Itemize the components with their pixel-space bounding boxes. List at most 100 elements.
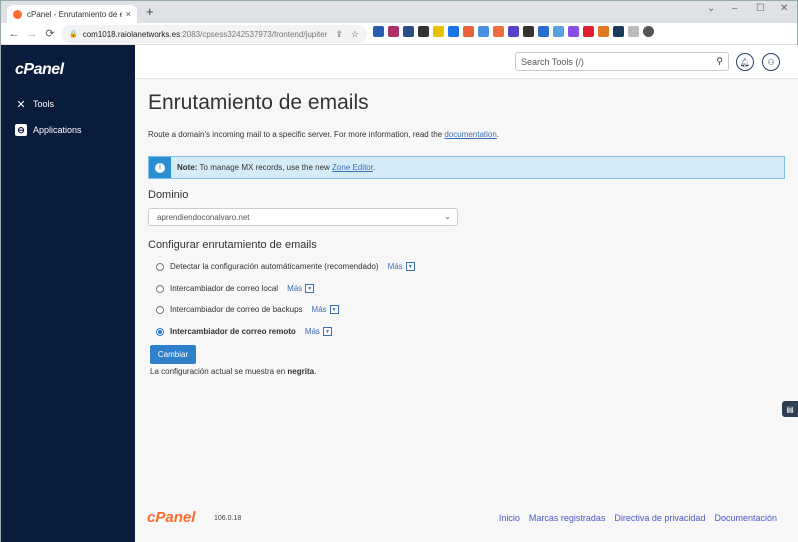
browser-extension-icon[interactable] [628,26,639,37]
sidebar-item-tools[interactable]: ✕ Tools [15,98,55,111]
back-button[interactable]: ← [5,28,23,40]
browser-extension-icon[interactable] [493,26,504,37]
address-bar[interactable]: 🔒 com1018.raiolanetworks.es:2083/cpsess3… [61,25,367,43]
reload-button[interactable]: ⟳ [41,27,59,40]
documentation-link[interactable]: documentation [444,130,496,139]
bookmark-star-icon[interactable]: ☆ [351,29,359,40]
browser-extension-icon[interactable] [523,26,534,37]
url-text: com1018.raiolanetworks.es:2083/cpsess324… [83,30,328,39]
browser-extension-icon[interactable] [568,26,579,37]
browser-extension-icon[interactable] [538,26,549,37]
change-button[interactable]: Cambiar [150,345,196,364]
close-tab-icon[interactable]: × [126,9,131,19]
search-tools-input[interactable]: Search Tools (/) ⚲ [515,52,729,71]
option-label: Intercambiador de correo local [170,284,279,293]
footer-link-privacy[interactable]: Directiva de privacidad [614,513,705,523]
alert-message: To manage MX records, use the new [197,163,333,172]
lock-icon: 🔒 [69,31,78,38]
more-label: Más [387,262,403,271]
info-alert: i Note: To manage MX records, use the ne… [148,156,785,179]
top-header: Search Tools (/) ⚲ 🔔︎ ⚇ [135,45,798,79]
browser-extension-icon[interactable] [478,26,489,37]
option-label: Intercambiador de correo remoto [170,327,296,336]
option-backup-exchanger[interactable]: Intercambiador de correo de backups Más ▼ [156,305,339,314]
browser-extension-icon[interactable] [388,26,399,37]
browser-extension-icon[interactable] [463,26,474,37]
description-text: Route a domain's incoming mail to a spec… [148,130,445,139]
browser-extension-icon[interactable] [613,26,624,37]
radio-local-exchanger[interactable] [156,284,164,293]
alert-label: Note: [177,163,198,172]
more-toggle[interactable]: Más ▼ [305,327,332,336]
maximize-button[interactable]: ☐ [756,3,765,14]
chevron-down-icon: ⌄ [444,212,451,221]
radio-remote-exchanger[interactable] [156,327,164,336]
cpanel-logo[interactable]: cPanel [15,61,64,79]
page-description: Route a domain's incoming mail to a spec… [148,130,500,139]
analytics-chart-icon[interactable]: ▤ [782,401,798,417]
close-window-button[interactable]: ✕ [780,3,788,14]
forward-button[interactable]: → [23,28,41,40]
tab-search-icon[interactable]: ⌄ [707,3,715,14]
radio-backup-exchanger[interactable] [156,305,164,314]
user-account-icon[interactable]: ⚇ [762,53,780,71]
url-host: com1018.raiolanetworks.es [82,29,181,39]
main-content: Enrutamiento de emails Route a domain's … [135,79,798,542]
caret-down-icon: ▼ [305,284,315,293]
note-text: La configuración actual se muestra en [150,367,288,376]
footer-link-home[interactable]: Inicio [499,513,520,523]
footer-link-trademarks[interactable]: Marcas registradas [529,513,606,523]
new-tab-button[interactable]: + [146,5,154,19]
share-icon[interactable]: ⇪ [335,29,343,40]
more-label: Más [304,327,320,336]
alert-period: . [372,163,376,172]
footer-cpanel-logo: cPanel [147,509,196,526]
browser-tab[interactable]: cPanel - Enrutamiento de emails × [7,5,137,23]
browser-extension-icon[interactable] [553,26,564,37]
cpanel-favicon-icon [13,9,22,19]
browser-extension-icon[interactable] [418,26,429,37]
notifications-bell-icon[interactable]: 🔔︎ [736,53,754,71]
browser-extension-icon[interactable] [433,26,444,37]
browser-extension-icon[interactable] [598,26,609,37]
option-label: Intercambiador de correo de backups [170,305,303,314]
note-bold: negrita [287,367,315,376]
option-label: Detectar la configuración automáticament… [170,262,379,271]
option-local-exchanger[interactable]: Intercambiador de correo local Más ▼ [156,284,315,293]
more-label: Más [287,284,303,293]
browser-extension-icon[interactable] [508,26,519,37]
browser-extension-icon[interactable] [448,26,459,37]
footer-links: Inicio Marcas registradas Directiva de p… [499,513,777,523]
alert-text: Note: To manage MX records, use the new … [177,163,375,172]
browser-extension-icon[interactable] [643,26,654,37]
domain-select-value: aprendiendoconalvaro.net [157,213,250,222]
url-path: :2083/cpsess3242537973/frontend/jupiter/… [180,29,328,39]
more-toggle[interactable]: Más ▼ [388,262,415,271]
caret-down-icon: ▼ [329,305,339,314]
browser-extension-icon[interactable] [403,26,414,37]
version-text: 106.0.18 [214,515,242,522]
option-auto-detect[interactable]: Detectar la configuración automáticament… [156,262,415,271]
footer-link-documentation[interactable]: Documentación [714,513,777,523]
caret-down-icon: ▼ [405,262,415,271]
domain-select[interactable]: aprendiendoconalvaro.net ⌄ [148,208,458,226]
sidebar-item-label: Tools [33,99,55,109]
zone-editor-link[interactable]: Zone Editor [332,163,373,172]
info-icon: i [149,157,171,178]
search-placeholder: Search Tools (/) [521,57,584,67]
search-icon[interactable]: ⚲ [716,56,723,67]
browser-extension-icon[interactable] [373,26,384,37]
extensions-bar [373,26,654,37]
more-toggle[interactable]: Más ▼ [312,305,339,314]
sidebar-item-applications[interactable]: ⊖ Applications [15,124,82,136]
config-section-label: Configurar enrutamiento de emails [148,239,317,251]
sidebar-item-label: Applications [33,125,82,135]
minimize-button[interactable]: – [732,3,738,14]
option-remote-exchanger[interactable]: Intercambiador de correo remoto Más ▼ [156,327,332,336]
applications-icon: ⊖ [15,124,27,136]
note-period: . [314,367,317,376]
more-toggle[interactable]: Más ▼ [287,284,315,293]
radio-auto-detect[interactable] [156,262,164,271]
browser-extension-icon[interactable] [583,26,594,37]
current-config-note: La configuración actual se muestra en ne… [150,367,316,376]
